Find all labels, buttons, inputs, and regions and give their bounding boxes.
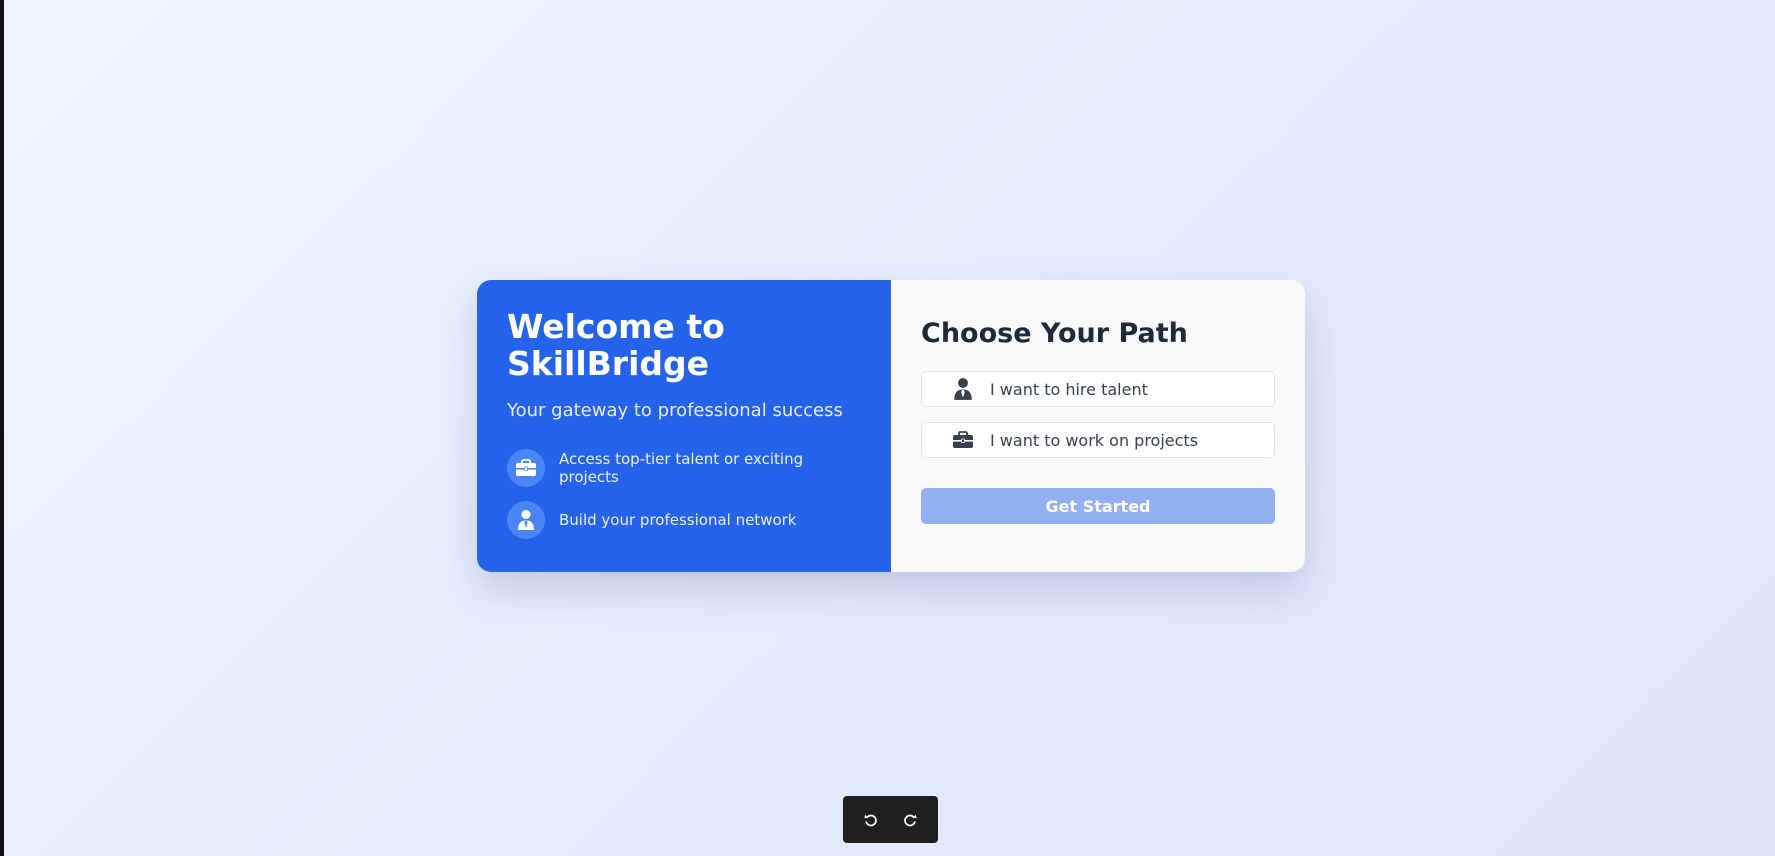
welcome-tagline: Your gateway to professional success xyxy=(507,400,843,421)
welcome-panel: Welcome to SkillBridge Your gateway to p… xyxy=(477,280,891,572)
onboarding-card: Welcome to SkillBridge Your gateway to p… xyxy=(477,280,1305,572)
path-panel: Choose Your Path I want to hire talent I… xyxy=(891,280,1305,572)
welcome-title: Welcome to SkillBridge xyxy=(507,307,725,383)
window-edge xyxy=(0,0,4,856)
undo-icon[interactable] xyxy=(856,805,886,835)
hire-talent-option[interactable]: I want to hire talent xyxy=(921,371,1275,407)
feature-item: Access top-tier talent or exciting proje… xyxy=(507,449,861,487)
feature-list: Access top-tier talent or exciting proje… xyxy=(507,449,861,539)
work-on-projects-option[interactable]: I want to work on projects xyxy=(921,422,1275,458)
feature-text: Build your professional network xyxy=(559,511,797,529)
get-started-button[interactable]: Get Started xyxy=(921,488,1275,524)
user-tie-icon xyxy=(507,501,545,539)
briefcase-icon xyxy=(952,429,974,451)
choose-path-title: Choose Your Path xyxy=(921,318,1188,349)
option-label: I want to hire talent xyxy=(990,379,1148,399)
feature-text: Access top-tier talent or exciting proje… xyxy=(559,450,804,486)
redo-icon[interactable] xyxy=(895,805,925,835)
feature-item: Build your professional network xyxy=(507,501,861,539)
user-tie-icon xyxy=(952,378,974,400)
briefcase-icon xyxy=(507,449,545,487)
history-toolbar xyxy=(843,796,938,843)
option-label: I want to work on projects xyxy=(990,430,1199,450)
